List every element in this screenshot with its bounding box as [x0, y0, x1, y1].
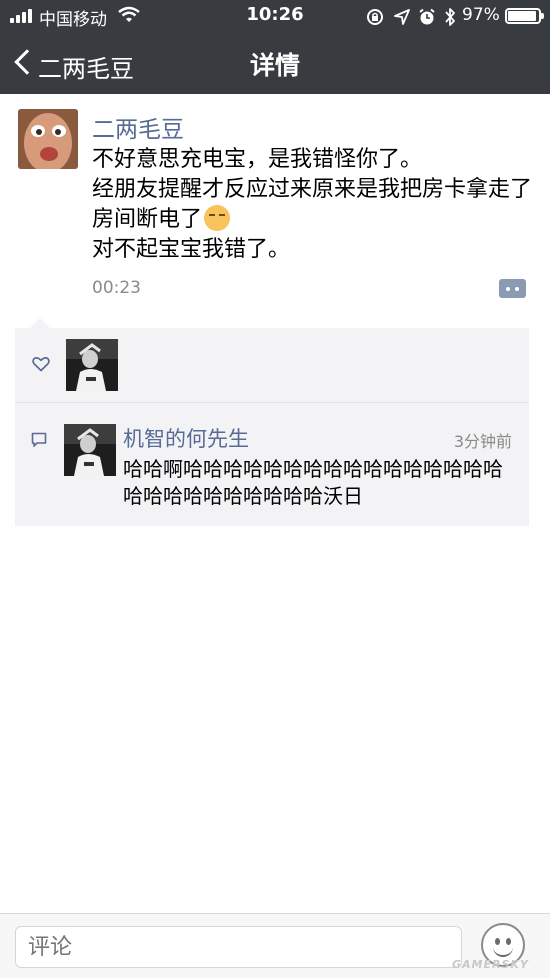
comment-text: 哈哈啊哈哈哈哈哈哈哈哈哈哈哈哈哈哈哈哈哈哈哈哈哈哈哈哈哈哈沃日 — [123, 457, 503, 508]
alarm-icon — [419, 8, 435, 25]
nav-bar: 二两毛豆 详情 — [0, 32, 550, 94]
likes-row — [15, 328, 529, 403]
lock-rotation-icon — [367, 9, 383, 25]
post-author-name[interactable]: 二两毛豆 — [92, 110, 184, 144]
page-title: 详情 — [249, 51, 300, 80]
post-timestamp: 00:23 — [92, 278, 141, 298]
battery-icon — [505, 8, 544, 24]
top-bar: 中国移动 10:26 97% 二两毛豆 详情 — [0, 0, 550, 94]
watermark: GAMERSKY — [452, 958, 529, 971]
post-line: 经朋友提醒才反应过来原来是我把房卡拿走了房间断电了 — [92, 177, 533, 232]
comment-row[interactable]: 机智的何先生 3分钟前 哈哈啊哈哈哈哈哈哈哈哈哈哈哈哈哈哈哈哈哈哈哈哈哈哈哈哈哈… — [15, 403, 529, 526]
comment-icon — [31, 432, 47, 447]
post-content: 不好意思充电宝，是我错怪你了。 经朋友提醒才反应过来原来是我把房卡拿走了房间断电… — [92, 145, 532, 265]
bluetooth-icon — [445, 8, 455, 26]
comment-author-avatar[interactable] — [64, 424, 116, 476]
status-bar: 中国移动 10:26 97% — [0, 0, 550, 32]
unamused-emoji-icon — [204, 205, 231, 231]
heart-icon — [32, 356, 50, 372]
comment-input[interactable] — [15, 926, 462, 968]
comment-author-name[interactable]: 机智的何先生 — [123, 423, 249, 453]
panel-caret — [30, 318, 50, 328]
post-line-with-emoji: 经朋友提醒才反应过来原来是我把房卡拿走了房间断电了 — [92, 175, 532, 235]
post-author-avatar[interactable] — [18, 109, 78, 169]
post-line: 不好意思充电宝，是我错怪你了。 — [92, 147, 423, 172]
comment-timestamp: 3分钟前 — [453, 432, 512, 451]
post-line: 对不起宝宝我错了。 — [92, 237, 291, 262]
like-avatar[interactable] — [66, 339, 118, 391]
location-icon — [394, 9, 410, 25]
more-icon[interactable] — [499, 279, 526, 298]
battery-percent: 97% — [462, 5, 500, 25]
interaction-panel: 机智的何先生 3分钟前 哈哈啊哈哈哈哈哈哈哈哈哈哈哈哈哈哈哈哈哈哈哈哈哈哈哈哈哈… — [15, 328, 529, 526]
